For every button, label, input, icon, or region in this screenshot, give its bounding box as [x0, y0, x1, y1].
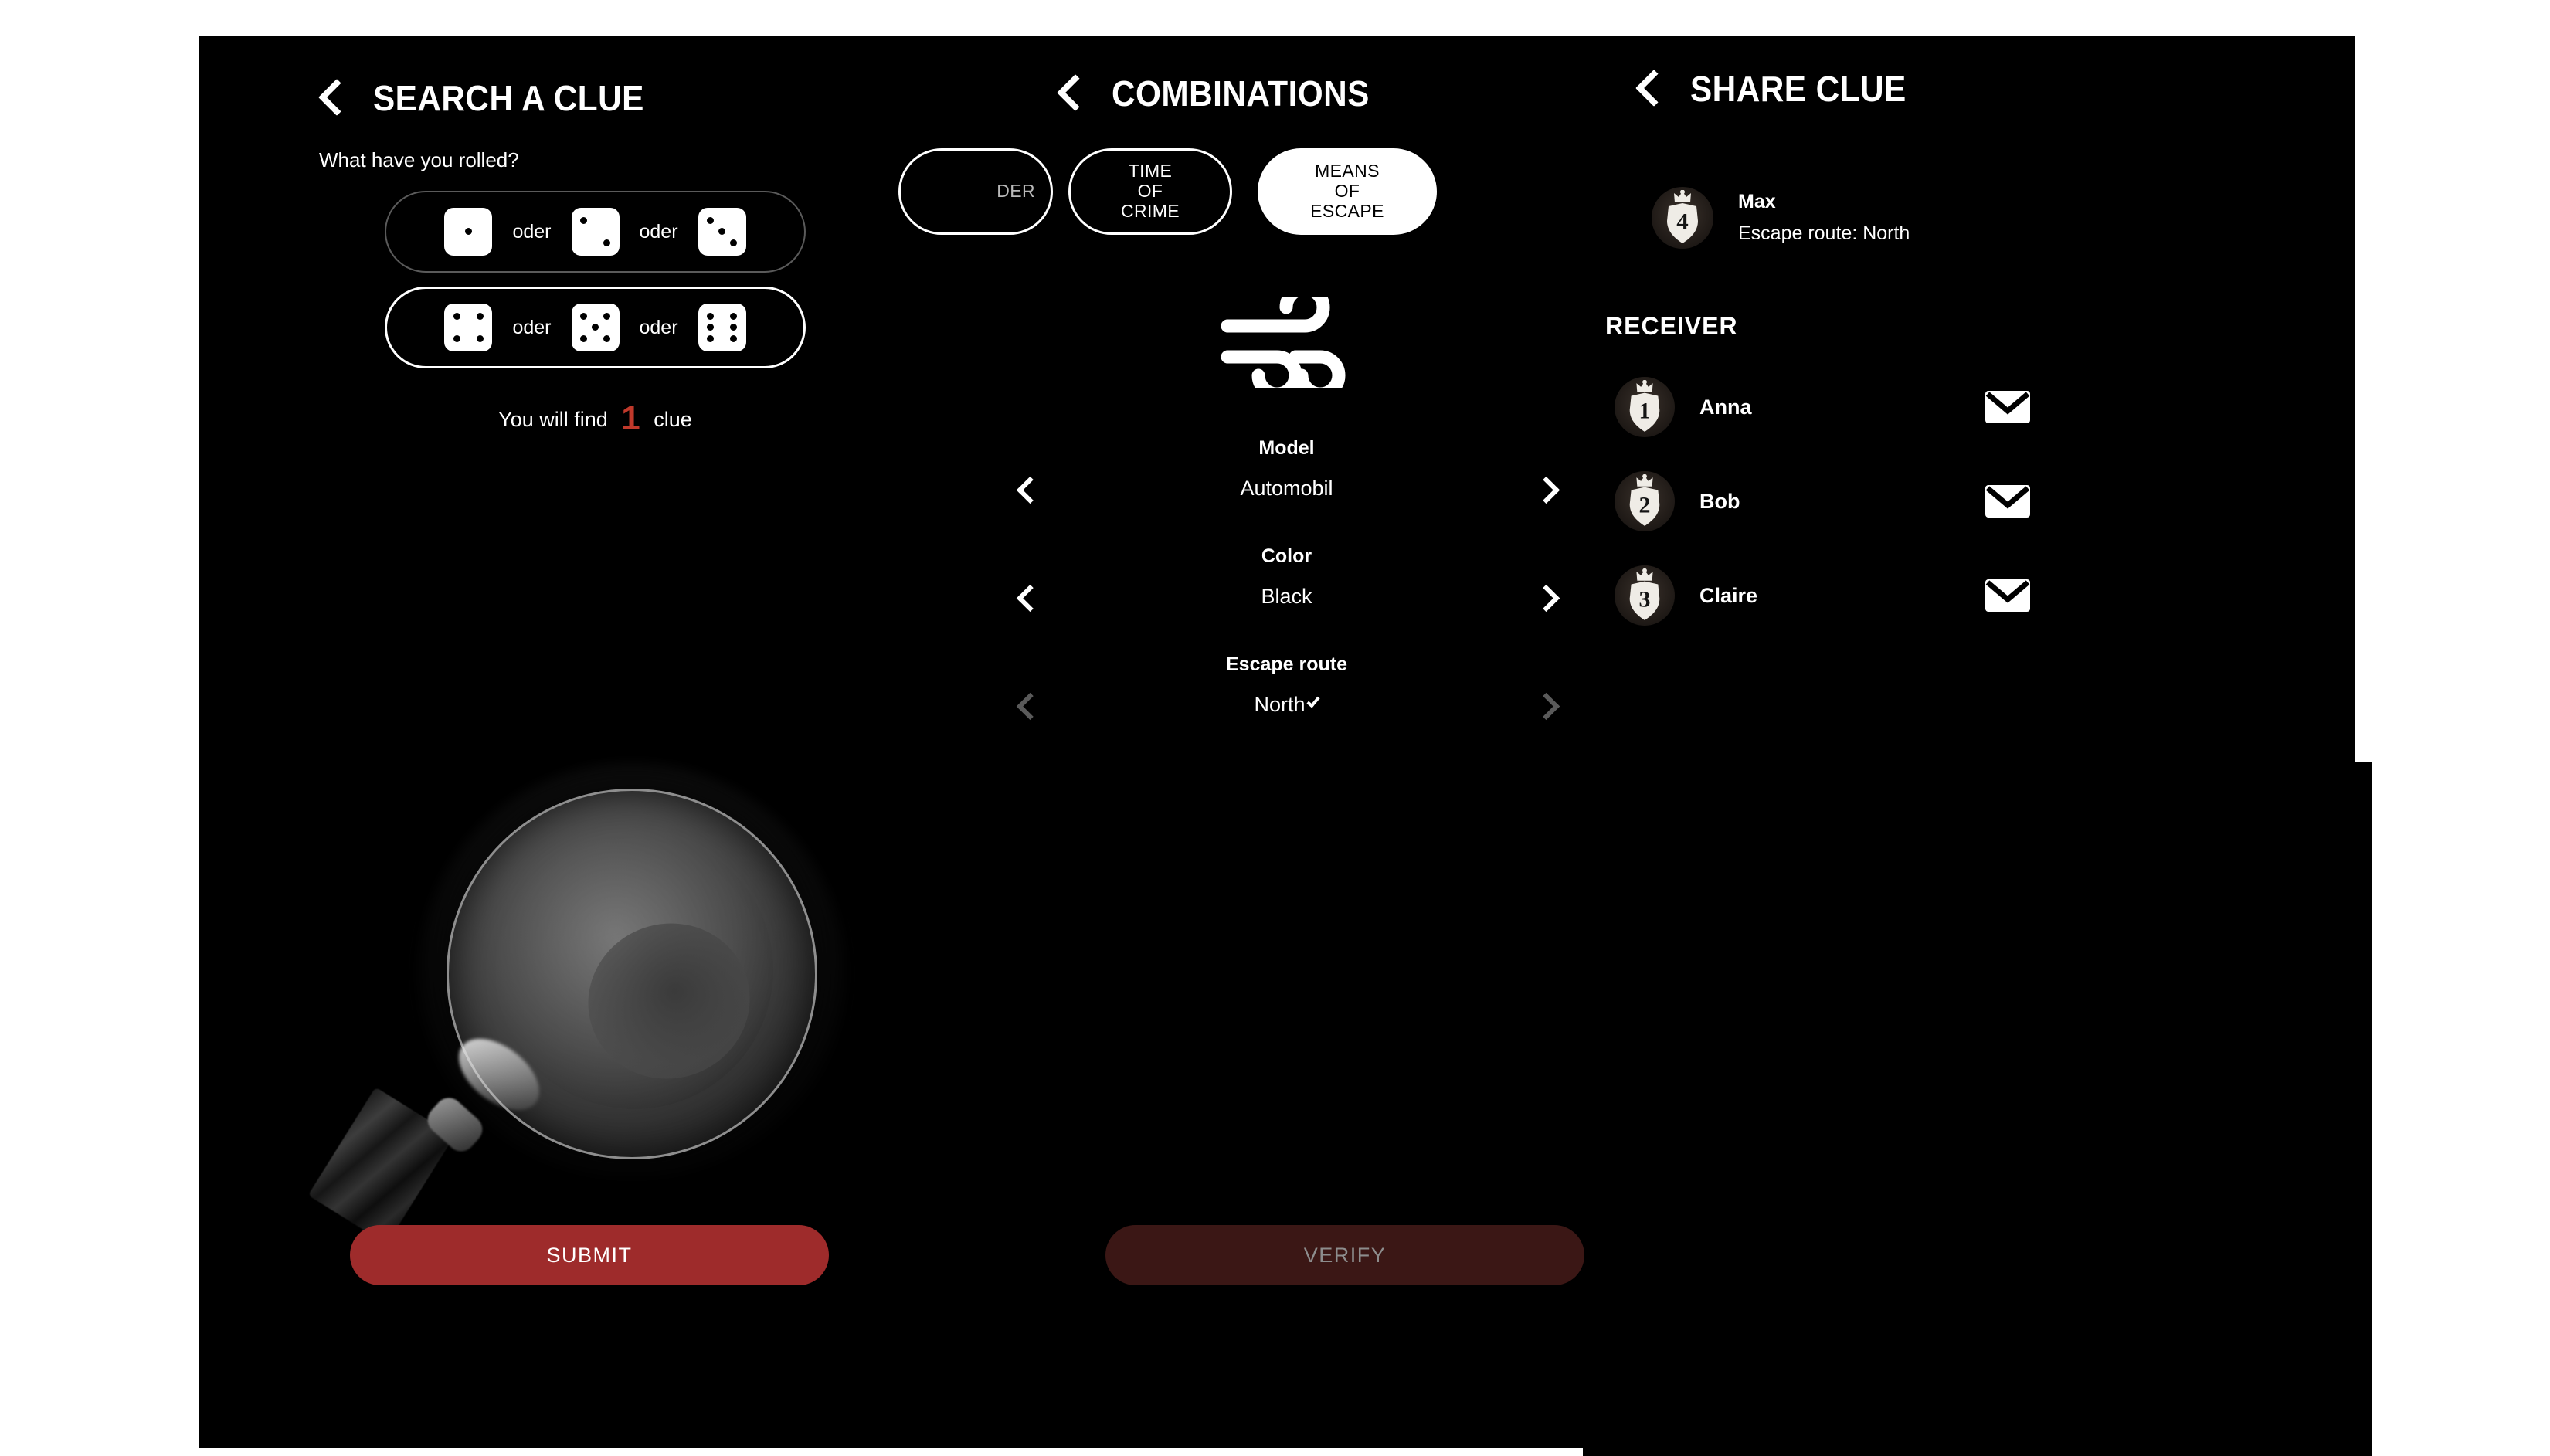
avatar: 3: [1615, 565, 1675, 626]
dice-row-high[interactable]: oder oder: [385, 287, 806, 368]
chevron-left-icon[interactable]: [319, 78, 345, 118]
clue-result-line: You will find 1 clue: [199, 399, 991, 438]
crown-shield-icon: 4: [1667, 190, 1698, 243]
receiver-name: Anna: [1699, 395, 1752, 419]
die-face-4: [444, 304, 493, 351]
clue-owner-name: Max: [1738, 191, 1776, 212]
color-next-chevron-icon[interactable]: [1534, 585, 1557, 609]
avatar: 2: [1615, 471, 1675, 531]
avatar-badge-number: 1: [1639, 398, 1651, 423]
receiver-name: Bob: [1699, 489, 1740, 513]
crown-shield-icon: 3: [1629, 568, 1660, 620]
chevron-left-icon[interactable]: [1058, 73, 1084, 114]
wind-icon: [1214, 292, 1360, 392]
die-face-5: [571, 304, 620, 351]
magnifying-glass-image: [277, 715, 918, 1256]
app-root: SEARCH A CLUE What have you rolled? oder…: [0, 0, 2550, 1456]
dice-separator-label: oder: [639, 220, 678, 243]
combination-tabs: DER TIME OF CRIME MEANS OF ESCAPE: [898, 148, 1582, 235]
die-face-6: [698, 304, 746, 351]
tab-time-of-crime-label: TIME OF CRIME: [1120, 161, 1180, 221]
combinations-panel-header: COMBINATIONS: [1058, 73, 1582, 114]
avatar-badge-number: 3: [1639, 586, 1651, 612]
attribute-escape-route-value: North: [1254, 693, 1306, 716]
crown-shield-icon: 1: [1629, 380, 1660, 432]
avatar: 4: [1652, 187, 1713, 249]
attribute-escape-route: Escape route North: [991, 653, 1582, 717]
list-item[interactable]: 3 Claire: [1615, 557, 2372, 634]
die-face-2: [571, 208, 620, 256]
page-title: COMBINATIONS: [1112, 73, 1370, 114]
attribute-color: Color Black: [991, 545, 1582, 609]
tab-means-of-escape-label: MEANS OF ESCAPE: [1310, 161, 1384, 221]
avatar-badge-number: 2: [1639, 492, 1651, 518]
clue-owner-row: 4 Max Escape route: North: [1652, 187, 2372, 249]
model-prev-chevron-icon[interactable]: [1016, 477, 1039, 501]
tab-murder-label: DER: [997, 181, 1035, 202]
attribute-model: Model Automobil: [991, 437, 1582, 501]
receiver-name: Claire: [1699, 583, 1758, 607]
dice-separator-label: oder: [639, 316, 678, 338]
list-item[interactable]: 2 Bob: [1615, 463, 2372, 540]
receiver-heading: RECEIVER: [1605, 312, 1738, 340]
attribute-escape-route-value-wrap: North: [1254, 693, 1320, 717]
avatar-badge-number: 4: [1676, 208, 1689, 235]
receiver-list: 1 Anna 2 Bob 3 Claire: [1582, 368, 2372, 634]
die-face-1: [444, 208, 493, 256]
dice-row-low[interactable]: oder oder: [385, 191, 806, 273]
dice-separator-label: oder: [512, 316, 552, 338]
magnifier-lens-swirl: [568, 902, 770, 1100]
crown-shield-icon: 2: [1629, 474, 1660, 526]
dice-rows: oder oder oder oder: [199, 191, 991, 368]
avatar: 1: [1615, 377, 1675, 437]
escape-route-next-chevron-icon: [1534, 694, 1557, 717]
attribute-color-label: Color: [1261, 545, 1312, 567]
search-panel-header: SEARCH A CLUE: [319, 77, 991, 119]
clue-result-prefix: You will find: [498, 408, 608, 431]
chevron-left-icon[interactable]: [1636, 69, 1662, 109]
escape-route-prev-chevron-icon: [1016, 694, 1039, 717]
search-clue-panel: SEARCH A CLUE What have you rolled? oder…: [199, 36, 991, 1456]
die-face-3: [698, 208, 746, 256]
clue-result-suffix: clue: [654, 408, 692, 431]
share-clue-panel: SHARE CLUE 4 Max Escape route: North REC…: [1582, 36, 2372, 1456]
tab-murder[interactable]: DER: [898, 148, 1053, 235]
clue-count-value: 1: [621, 399, 640, 437]
envelope-icon[interactable]: [1985, 391, 2030, 423]
model-next-chevron-icon[interactable]: [1534, 477, 1557, 501]
attribute-model-label: Model: [1258, 437, 1315, 459]
share-panel-header: SHARE CLUE: [1636, 68, 2372, 110]
roll-question-label: What have you rolled?: [319, 148, 519, 171]
color-prev-chevron-icon[interactable]: [1016, 585, 1039, 609]
envelope-icon[interactable]: [1985, 579, 2030, 612]
tab-means-of-escape[interactable]: MEANS OF ESCAPE: [1258, 148, 1437, 235]
submit-button[interactable]: SUBMIT: [350, 1225, 829, 1285]
attribute-escape-route-label: Escape route: [1225, 653, 1347, 675]
check-icon: [1306, 694, 1320, 708]
page-title: SHARE CLUE: [1690, 69, 1907, 109]
dice-separator-label: oder: [512, 220, 552, 243]
list-item[interactable]: 1 Anna: [1615, 368, 2372, 446]
combinations-panel: COMBINATIONS DER TIME OF CRIME MEANS OF …: [898, 36, 1584, 1456]
verify-button[interactable]: VERIFY: [1105, 1225, 1584, 1285]
attribute-model-value: Automobil: [1240, 477, 1333, 500]
attribute-color-value: Black: [1261, 585, 1312, 608]
page-title: SEARCH A CLUE: [373, 78, 644, 118]
envelope-icon[interactable]: [1985, 485, 2030, 518]
magnifier-lens-inner: [495, 831, 773, 1109]
tab-time-of-crime[interactable]: TIME OF CRIME: [1068, 148, 1232, 235]
clue-owner-info: Max Escape route: North: [1738, 191, 1910, 245]
clue-owner-detail: Escape route: North: [1738, 222, 1910, 244]
